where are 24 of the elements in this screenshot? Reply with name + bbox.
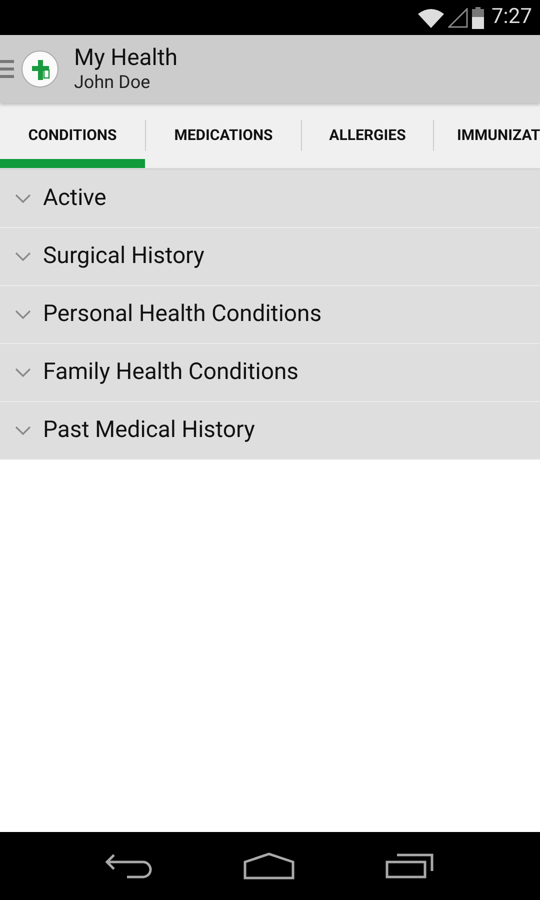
chevron-icon [15, 426, 31, 436]
app-title: My Health [74, 44, 178, 72]
section-row[interactable]: Family Health Conditions [0, 344, 540, 402]
signal-icon [448, 8, 468, 28]
home-icon[interactable] [243, 852, 295, 880]
recent-apps-icon[interactable] [385, 853, 435, 879]
section-row[interactable]: Active [0, 170, 540, 228]
section-row[interactable]: Past Medical History [0, 402, 540, 460]
chevron-icon [15, 194, 31, 204]
battery-icon [472, 6, 484, 28]
section-row[interactable]: Surgical History [0, 228, 540, 286]
tab[interactable]: IMMUNIZAT [434, 103, 540, 168]
menu-icon[interactable] [0, 58, 14, 80]
chevron-icon [15, 310, 31, 320]
tab[interactable]: MEDICATIONS [146, 103, 301, 168]
back-icon[interactable] [105, 853, 153, 879]
app-logo-icon[interactable] [21, 50, 59, 88]
user-name: John Doe [74, 72, 152, 94]
chevron-icon [15, 368, 31, 378]
status-time: 7:27 [492, 4, 532, 31]
chevron-icon [15, 252, 31, 262]
section-row[interactable]: Personal Health Conditions [0, 286, 540, 344]
wifi-icon [418, 8, 444, 28]
tab[interactable]: ALLERGIES [302, 103, 433, 168]
